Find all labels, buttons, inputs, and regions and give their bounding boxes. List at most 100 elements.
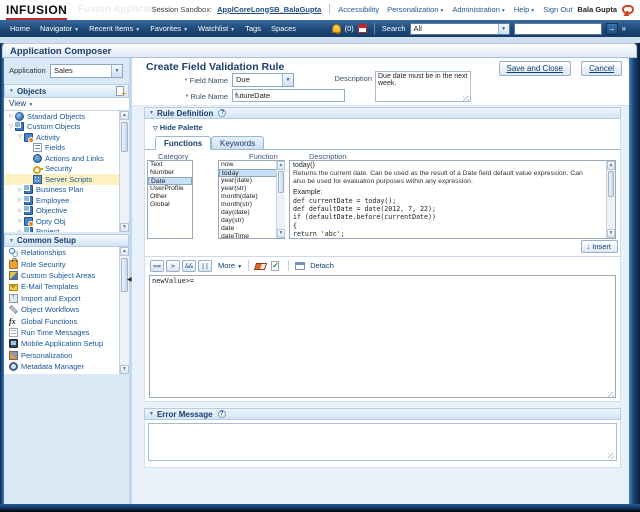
header-link-administration[interactable]: Administration▼ bbox=[452, 5, 505, 14]
common-setup-accordion-header[interactable]: ▼ Common Setup bbox=[4, 234, 129, 247]
description-scrollbar[interactable]: ▲ ▼ bbox=[606, 161, 615, 238]
operator-button-eq[interactable]: == bbox=[150, 260, 164, 272]
nav-item-spaces[interactable]: Spaces bbox=[271, 24, 296, 33]
save-and-close-button[interactable]: Save and Close bbox=[499, 61, 571, 76]
cancel-button[interactable]: Cancel bbox=[581, 61, 622, 76]
tree-item-project[interactable]: ▷Project bbox=[4, 227, 129, 233]
session-sandbox-link[interactable]: ApplCoreLongSB_BalaGupta bbox=[217, 5, 321, 14]
function-item-now[interactable]: now bbox=[219, 161, 284, 169]
insert-button[interactable]: ↓ Insert bbox=[581, 240, 618, 253]
common-setup-item-global-functions[interactable]: Global Functions bbox=[4, 315, 129, 326]
tree-item-business-plan[interactable]: ▷Business Plan bbox=[4, 185, 129, 196]
field-name-select[interactable]: Due ▼ bbox=[232, 73, 294, 87]
validate-script-icon[interactable] bbox=[271, 261, 279, 271]
description-textarea[interactable]: Due date must be in the next week. bbox=[375, 71, 471, 102]
common-setup-item-mobile-application-setup[interactable]: Mobile Application Setup bbox=[4, 338, 129, 349]
function-item-year-date[interactable]: year(date) bbox=[219, 177, 284, 185]
common-setup-item-custom-subject-areas[interactable]: Custom Subject Areas bbox=[4, 270, 129, 281]
tree-item-custom-objects[interactable]: ▽Custom Objects bbox=[4, 122, 129, 133]
function-list-scrollbar[interactable]: ▲ ▼ bbox=[276, 161, 285, 238]
error-message-header[interactable]: ▼ Error Message ? bbox=[144, 408, 621, 420]
common-setup-item-import-and-export[interactable]: Import and Export bbox=[4, 293, 129, 304]
tree-scrollbar[interactable]: ▲ ▼ bbox=[119, 111, 129, 232]
common-setup-item-e-mail-templates[interactable]: E-Mail Templates bbox=[4, 281, 129, 292]
category-item-number[interactable]: Number bbox=[148, 169, 192, 177]
category-item-userprofile[interactable]: UserProfile bbox=[148, 185, 192, 193]
help-icon[interactable]: ? bbox=[218, 109, 226, 117]
tree-item-security[interactable]: Security bbox=[4, 164, 129, 175]
expand-open-icon[interactable]: ▽ bbox=[16, 134, 24, 140]
function-item-month-str[interactable]: month(str) bbox=[219, 201, 284, 209]
category-item-global[interactable]: Global bbox=[148, 201, 192, 209]
scroll-down-icon[interactable]: ▼ bbox=[277, 229, 285, 238]
scroll-thumb[interactable] bbox=[121, 258, 128, 292]
common-setup-item-relationships[interactable]: Relationships bbox=[4, 247, 129, 258]
scroll-thumb[interactable] bbox=[608, 171, 614, 197]
tree-item-objective[interactable]: ▷Objective bbox=[4, 206, 129, 217]
tab-functions[interactable]: Functions bbox=[155, 136, 211, 150]
scroll-up-icon[interactable]: ▲ bbox=[120, 247, 129, 256]
common-setup-item-role-security[interactable]: Role Security bbox=[4, 258, 129, 269]
nav-item-recent-items[interactable]: Recent Items▼ bbox=[89, 24, 140, 33]
search-go-button[interactable]: → bbox=[606, 23, 618, 35]
function-item-datetime[interactable]: dateTime bbox=[219, 233, 284, 239]
rule-definition-header[interactable]: ▼ Rule Definition ? bbox=[144, 107, 621, 119]
header-link-sign-out[interactable]: Sign Out bbox=[543, 5, 572, 14]
collapse-pane-icon[interactable]: ◀ bbox=[127, 276, 132, 283]
header-link-help[interactable]: Help▼ bbox=[514, 5, 535, 14]
scroll-down-icon[interactable]: ▼ bbox=[607, 229, 615, 238]
header-link-personalization[interactable]: Personalization▼ bbox=[387, 5, 444, 14]
objects-accordion-header[interactable]: ▼ Objects bbox=[4, 84, 129, 98]
scroll-down-icon[interactable]: ▼ bbox=[120, 223, 129, 232]
common-setup-item-object-workflows[interactable]: Object Workflows bbox=[4, 304, 129, 315]
rule-name-input[interactable] bbox=[232, 89, 345, 102]
help-icon[interactable]: ? bbox=[218, 410, 226, 418]
application-select[interactable]: Sales ▼ bbox=[50, 64, 123, 78]
category-item-other[interactable]: Other bbox=[148, 193, 192, 201]
common-setup-item-personalization[interactable]: Personalization bbox=[4, 350, 129, 361]
tree-item-actions-and-links[interactable]: Actions and Links bbox=[4, 153, 129, 164]
alerts-bell-icon[interactable] bbox=[332, 24, 341, 33]
tree-item-standard-objects[interactable]: ▷Standard Objects bbox=[4, 111, 129, 122]
scroll-thumb[interactable] bbox=[121, 122, 128, 152]
detach-button[interactable]: Detach bbox=[295, 261, 334, 270]
nav-item-watchlist[interactable]: Watchlist▼ bbox=[198, 24, 235, 33]
tree-view-menu[interactable]: View ▼ bbox=[4, 98, 129, 111]
script-editor[interactable]: newValue>= bbox=[149, 275, 616, 398]
function-item-year-str[interactable]: year(str) bbox=[219, 185, 284, 193]
common-setup-item-metadata-manager[interactable]: Metadata Manager bbox=[4, 361, 129, 372]
erase-icon[interactable] bbox=[254, 263, 267, 270]
function-item-month-date[interactable]: month(date) bbox=[219, 193, 284, 201]
common-setup-scrollbar[interactable]: ▲ ▼ bbox=[119, 247, 129, 374]
operator-button-gt[interactable]: > bbox=[166, 260, 180, 272]
category-item-date[interactable]: Date bbox=[148, 177, 192, 185]
more-menu-button[interactable]: More ▼ bbox=[218, 261, 242, 270]
function-item-day-str[interactable]: day(str) bbox=[219, 217, 284, 225]
calendar-icon[interactable] bbox=[358, 24, 367, 33]
nav-item-home[interactable]: Home bbox=[10, 24, 30, 33]
scroll-up-icon[interactable]: ▲ bbox=[120, 111, 129, 120]
nav-item-navigator[interactable]: Navigator▼ bbox=[40, 24, 79, 33]
expand-closed-icon[interactable]: ▷ bbox=[7, 113, 15, 119]
tree-item-employee[interactable]: ▷Employee bbox=[4, 195, 129, 206]
search-input[interactable] bbox=[514, 23, 602, 35]
advanced-search-icon[interactable]: » bbox=[622, 24, 626, 33]
tree-item-server-scripts[interactable]: Server Scripts bbox=[4, 174, 129, 185]
new-object-icon[interactable] bbox=[116, 86, 124, 96]
hide-palette-toggle[interactable]: ▽ Hide Palette bbox=[153, 123, 203, 132]
operator-button-or[interactable]: || bbox=[198, 260, 212, 272]
scroll-down-icon[interactable]: ▼ bbox=[120, 365, 129, 374]
function-item-day-date[interactable]: day(date) bbox=[219, 209, 284, 217]
scroll-thumb[interactable] bbox=[278, 171, 284, 193]
resize-handle-icon[interactable] bbox=[608, 392, 614, 398]
scroll-up-icon[interactable]: ▲ bbox=[277, 161, 285, 170]
tree-item-opty-obj[interactable]: ▷Opty Obj bbox=[4, 216, 129, 227]
operator-button-and[interactable]: && bbox=[182, 260, 196, 272]
tree-item-activity[interactable]: ▽Activity bbox=[4, 132, 129, 143]
search-scope-select[interactable]: All ▼ bbox=[410, 23, 510, 35]
nav-item-tags[interactable]: Tags bbox=[245, 24, 261, 33]
header-link-accessibility[interactable]: Accessibility bbox=[338, 5, 379, 14]
chat-icon[interactable] bbox=[622, 5, 634, 14]
expand-closed-icon[interactable]: ▷ bbox=[16, 218, 24, 224]
function-item-today[interactable]: today bbox=[219, 169, 284, 177]
